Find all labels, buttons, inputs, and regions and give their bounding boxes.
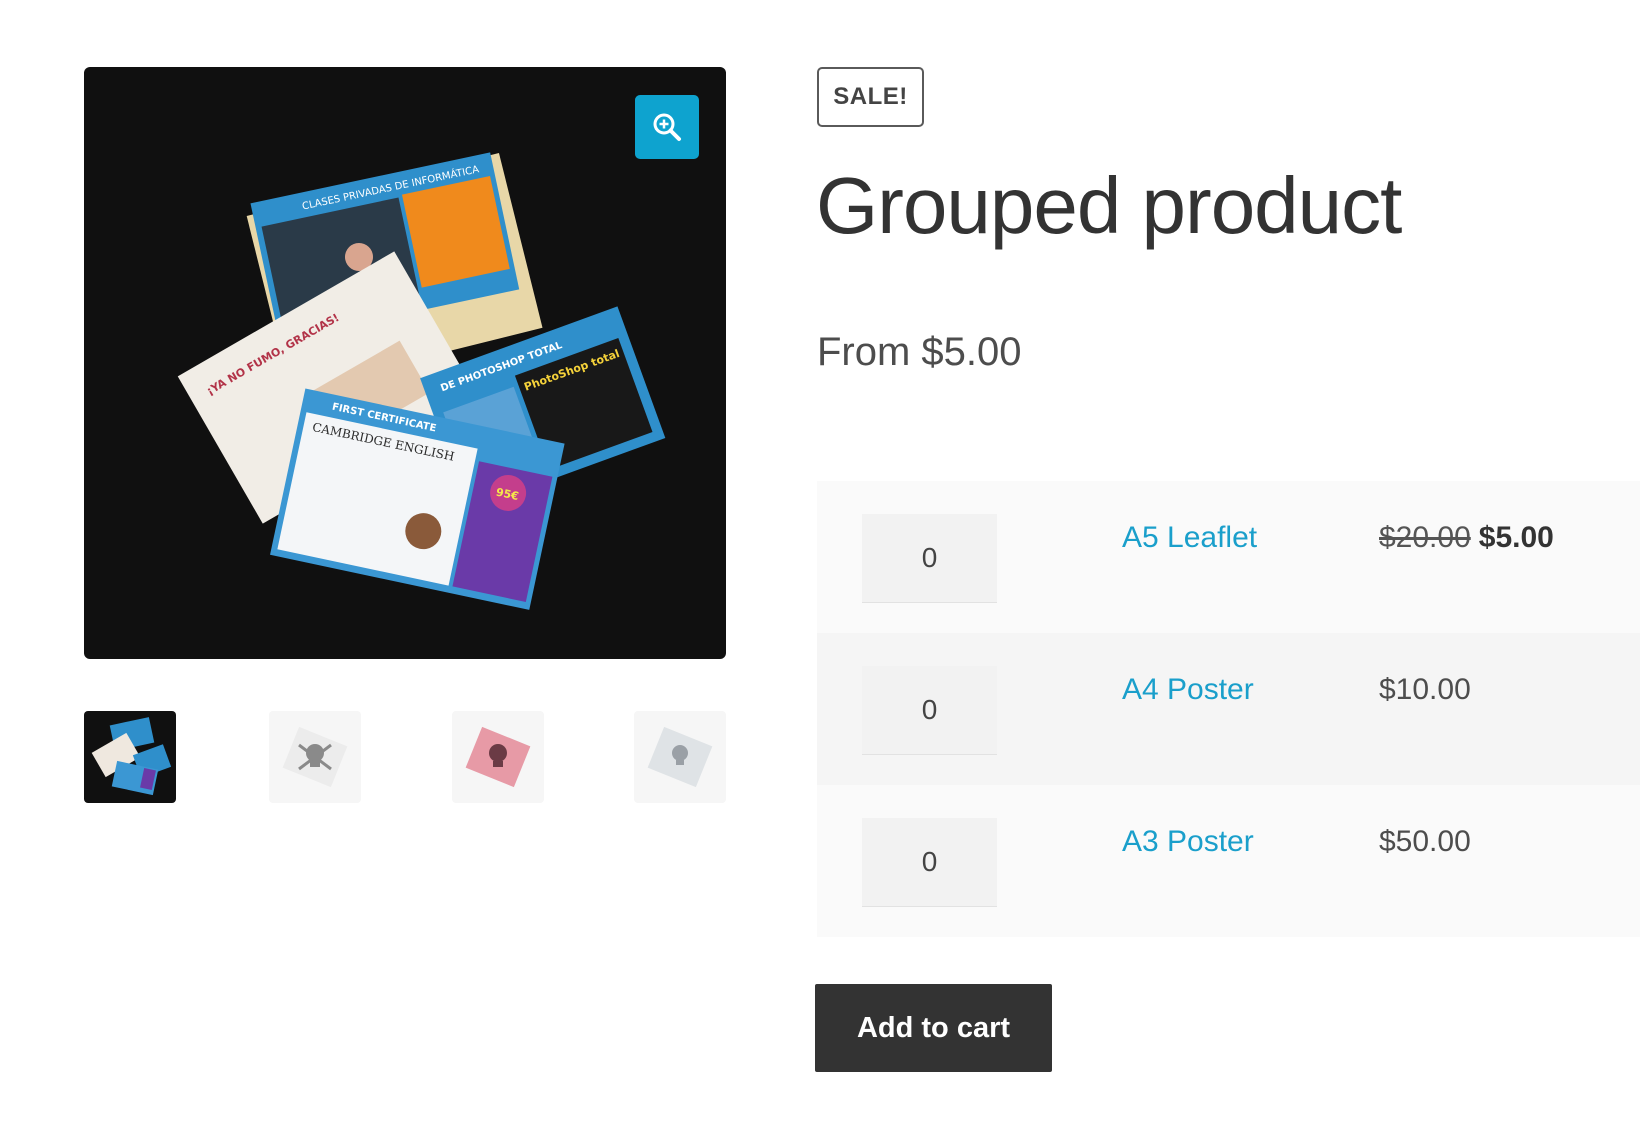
flyers-photo: CLASES PRIVADAS DE INFORMÁTICA ¡YA NO FU… bbox=[177, 152, 666, 610]
sale-badge: SALE! bbox=[817, 67, 924, 127]
sale-price: $5.00 bbox=[1478, 521, 1554, 554]
price-range: From $5.00 bbox=[817, 330, 1022, 374]
product-link-a4-poster[interactable]: A4 Poster bbox=[1122, 673, 1254, 707]
thumbnail-skull-light[interactable] bbox=[634, 711, 726, 803]
thumbnail-skull-grey[interactable] bbox=[269, 711, 361, 803]
product-link-a3-poster[interactable]: A3 Poster bbox=[1122, 825, 1254, 859]
price: $50.00 bbox=[1379, 825, 1471, 858]
thumbnail-skull-pink[interactable] bbox=[452, 711, 544, 803]
quantity-input[interactable] bbox=[862, 666, 997, 755]
product-link-a5-leaflet[interactable]: A5 Leaflet bbox=[1122, 521, 1257, 555]
quantity-input[interactable] bbox=[862, 818, 997, 907]
flyers-thumbnail-icon bbox=[91, 717, 172, 796]
product-title: Grouped product bbox=[816, 161, 1402, 250]
zoom-in-icon bbox=[653, 113, 681, 141]
skull-thumbnail-icon bbox=[282, 726, 348, 788]
grey-skull-thumbnail-icon bbox=[647, 726, 713, 788]
price: $20.00 $5.00 bbox=[1379, 521, 1554, 555]
grouped-products-table: A5 Leaflet $20.00$5.00 A4 Poster $10.00 … bbox=[817, 481, 1640, 937]
grouped-row-a3-poster: A3 Poster $50.00 bbox=[817, 785, 1640, 937]
price: $10.00 bbox=[1379, 673, 1471, 706]
thumbnail-flyers[interactable] bbox=[84, 711, 176, 803]
thumbnail-strip bbox=[84, 711, 726, 803]
zoom-button[interactable] bbox=[635, 95, 699, 159]
quantity-input[interactable] bbox=[862, 514, 997, 603]
pink-skull-thumbnail-icon bbox=[465, 726, 531, 788]
grouped-row-a4-poster: A4 Poster $10.00 bbox=[817, 633, 1640, 785]
add-to-cart-button[interactable]: Add to cart bbox=[815, 984, 1052, 1072]
regular-price: $20.00 bbox=[1379, 521, 1471, 554]
product-main-image[interactable]: CLASES PRIVADAS DE INFORMÁTICA ¡YA NO FU… bbox=[84, 67, 726, 659]
grouped-row-a5-leaflet: A5 Leaflet $20.00$5.00 bbox=[817, 481, 1640, 633]
